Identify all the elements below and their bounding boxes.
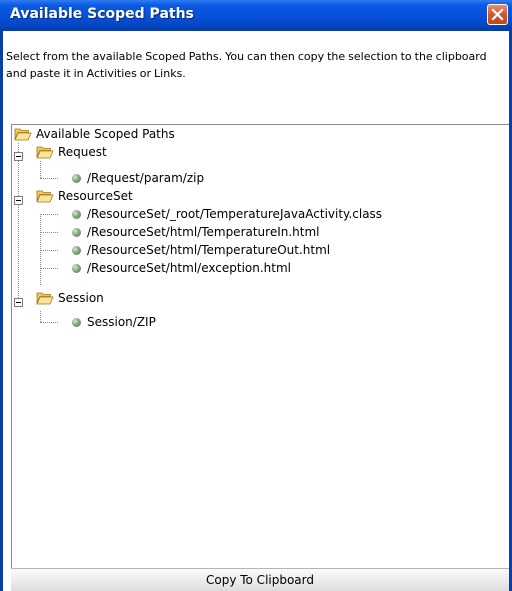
tree-leaf-label: /ResourceSet/html/exception.html [87,261,291,275]
tree-leaf-label: /ResourceSet/_root/TemperatureJavaActivi… [87,207,383,221]
tree-root-label: Available Scoped Paths [36,127,175,141]
tree-connector [40,214,58,215]
leaf-node-icon [72,264,81,273]
tree-group-label: Session [58,291,104,305]
button-bar: Copy To Clipboard [11,568,509,591]
tree-group-label: Request [58,145,107,159]
scoped-paths-tree[interactable]: Available Scoped Paths Request /Request/… [11,124,509,568]
tree-connector [40,178,58,179]
leaf-node-icon [72,246,81,255]
tree-leaf-label: /ResourceSet/html/TemperatureIn.html [87,225,320,239]
leaf-node-icon [72,210,81,219]
window-title: Available Scoped Paths [10,6,194,22]
close-button[interactable] [487,4,508,25]
leaf-node-icon [72,228,81,237]
tree-leaf-label: /ResourceSet/html/TemperatureOut.html [87,243,331,257]
title-bar[interactable]: Available Scoped Paths [0,0,512,31]
leaf-node-icon [72,318,81,327]
instructions-text: Select from the available Scoped Paths. … [6,50,487,80]
leaf-node-icon [72,174,81,183]
tree-connector [18,143,19,302]
folder-open-icon [36,146,54,159]
collapse-toggle-resourceset[interactable] [14,196,23,205]
tree-connector [40,322,58,323]
folder-open-icon [36,190,54,203]
tree-leaf-label: Session/ZIP [87,315,156,329]
tree-group-label: ResourceSet [58,189,133,203]
tree-leaf-label: /Request/param/zip [87,171,205,185]
collapse-toggle-session[interactable] [14,298,23,307]
copy-to-clipboard-button[interactable]: Copy To Clipboard [11,569,509,591]
tree-connector [40,161,41,178]
folder-open-icon [36,292,54,305]
collapse-toggle-request[interactable] [14,152,23,161]
dialog-window: Available Scoped Paths Select from the a… [0,0,512,591]
tree-connector [40,250,58,251]
tree-connector [40,232,58,233]
folder-open-icon [14,128,32,141]
tree-connector [40,268,58,269]
tree-connector [40,311,41,322]
